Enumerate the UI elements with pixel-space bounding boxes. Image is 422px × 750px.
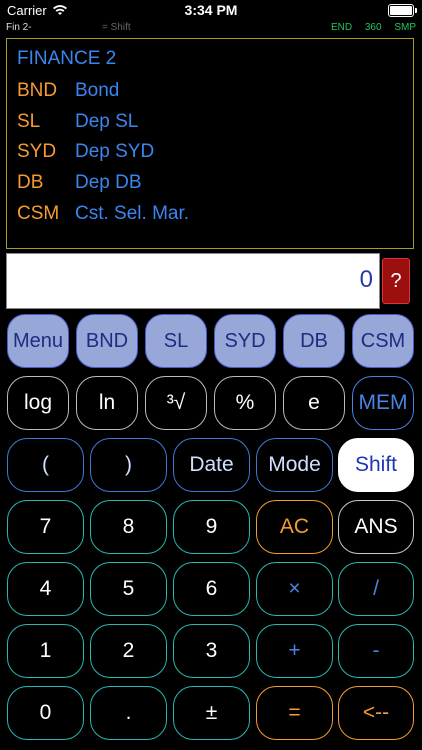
close-paren-button[interactable]: ) <box>90 438 167 492</box>
menu-key: CSM <box>17 203 60 224</box>
key-5[interactable]: 5 <box>90 562 167 616</box>
ans-button[interactable]: ANS <box>338 500 414 554</box>
mode-indicator: Fin 2- <box>6 22 32 33</box>
cube-root-button[interactable]: ³√ <box>145 376 207 430</box>
decimal-button[interactable]: . <box>90 686 167 740</box>
status-time: 3:34 PM <box>184 2 238 18</box>
divide-button[interactable]: / <box>338 562 414 616</box>
key-6[interactable]: 6 <box>173 562 250 616</box>
menu-title: FINANCE 2 <box>17 48 117 69</box>
log-button[interactable]: log <box>7 376 69 430</box>
menu-panel: FINANCE 2 BND Bond SL Dep SL SYD Dep SYD… <box>6 38 414 249</box>
help-button[interactable]: ? <box>382 258 410 304</box>
mode-button[interactable]: Mode <box>256 438 333 492</box>
mem-button[interactable]: MEM <box>352 376 414 430</box>
menu-desc: Dep DB <box>75 172 142 193</box>
flag-360: 360 <box>364 22 382 33</box>
key-7[interactable]: 7 <box>7 500 84 554</box>
shift-button[interactable]: Shift <box>338 438 414 492</box>
menu-key: SL <box>17 111 41 132</box>
equals-button[interactable]: = <box>256 686 333 740</box>
softkey-db[interactable]: DB <box>283 314 345 368</box>
key-0[interactable]: 0 <box>7 686 84 740</box>
key-2[interactable]: 2 <box>90 624 167 678</box>
multiply-button[interactable]: × <box>256 562 333 616</box>
open-paren-button[interactable]: ( <box>7 438 84 492</box>
battery-icon <box>388 4 417 17</box>
flag-smp: SMP <box>394 22 416 33</box>
backspace-button[interactable]: <-- <box>338 686 414 740</box>
ln-button[interactable]: ln <box>76 376 138 430</box>
softkey-syd[interactable]: SYD <box>214 314 276 368</box>
flag-end: END <box>330 22 353 33</box>
shift-indicator: = Shift <box>102 22 131 33</box>
ac-button[interactable]: AC <box>256 500 333 554</box>
softkey-bnd[interactable]: BND <box>76 314 138 368</box>
softkey-csm[interactable]: CSM <box>352 314 414 368</box>
date-button[interactable]: Date <box>173 438 250 492</box>
softkey-sl[interactable]: SL <box>145 314 207 368</box>
key-3[interactable]: 3 <box>173 624 250 678</box>
key-1[interactable]: 1 <box>7 624 84 678</box>
menu-key: DB <box>17 172 44 193</box>
menu-desc: Cst. Sel. Mar. <box>75 203 190 224</box>
key-9[interactable]: 9 <box>173 500 250 554</box>
plus-button[interactable]: + <box>256 624 333 678</box>
menu-desc: Dep SYD <box>75 141 155 162</box>
menu-desc: Bond <box>75 80 120 101</box>
display-value: 0 <box>359 266 373 293</box>
percent-button[interactable]: % <box>214 376 276 430</box>
menu-key: BND <box>17 80 58 101</box>
menu-key: SYD <box>17 141 57 162</box>
plus-minus-button[interactable]: ± <box>173 686 250 740</box>
result-display: 0 <box>6 253 380 309</box>
minus-button[interactable]: - <box>338 624 414 678</box>
menu-desc: Dep SL <box>75 111 139 132</box>
e-button[interactable]: e <box>283 376 345 430</box>
status-bar: Carrier 3:34 PM <box>0 0 422 22</box>
key-4[interactable]: 4 <box>7 562 84 616</box>
softkey-menu[interactable]: Menu <box>7 314 69 368</box>
key-8[interactable]: 8 <box>90 500 167 554</box>
info-bar: Fin 2- = Shift END 360 SMP <box>0 22 422 38</box>
flags-indicator: END 360 SMP <box>321 22 416 33</box>
